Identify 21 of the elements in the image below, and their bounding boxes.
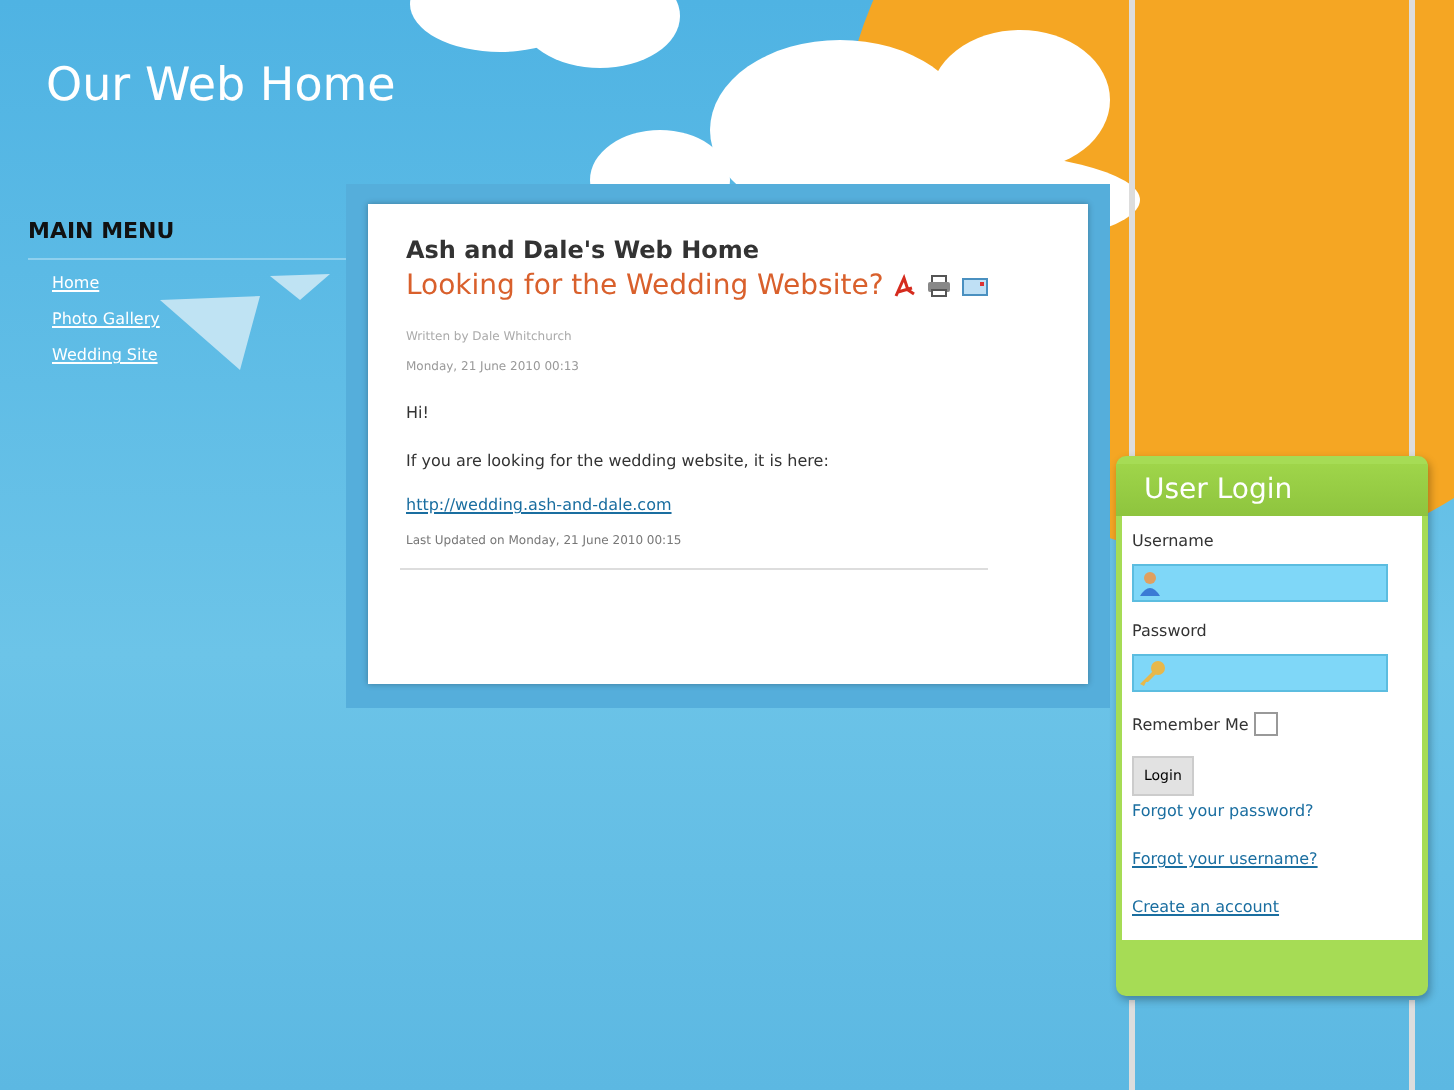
site-heading: Ash and Dale's Web Home xyxy=(406,236,762,264)
website-link[interactable]: http://wedding.ash-and-dale.com xyxy=(406,496,672,514)
remember-label: Remember Me xyxy=(1132,715,1249,733)
login-title: User Login xyxy=(1116,464,1428,516)
account-link[interactable]: Forgot your username? xyxy=(1132,850,1412,868)
article-title: Looking for the Wedding Website? xyxy=(406,270,884,302)
password-label: Password xyxy=(1132,622,1209,640)
paragraph-text: Hi! xyxy=(406,404,431,422)
paragraph-text: If you are looking for the wedding website, it is here: xyxy=(406,452,831,470)
username-field[interactable] xyxy=(1132,564,1388,602)
username-label: Username xyxy=(1132,532,1216,550)
print-icon[interactable] xyxy=(925,274,952,298)
account-link[interactable]: Create an account xyxy=(1132,898,1412,916)
user-icon xyxy=(1138,570,1162,596)
email-icon[interactable] xyxy=(961,277,988,295)
pdf-icon[interactable] xyxy=(893,274,916,298)
key-icon xyxy=(1138,660,1166,686)
password-field[interactable] xyxy=(1132,654,1388,692)
site-title: Our Web Home xyxy=(46,60,396,112)
account-link[interactable]: Forgot your password? xyxy=(1132,802,1412,820)
remember-checkbox[interactable] xyxy=(1254,712,1279,736)
